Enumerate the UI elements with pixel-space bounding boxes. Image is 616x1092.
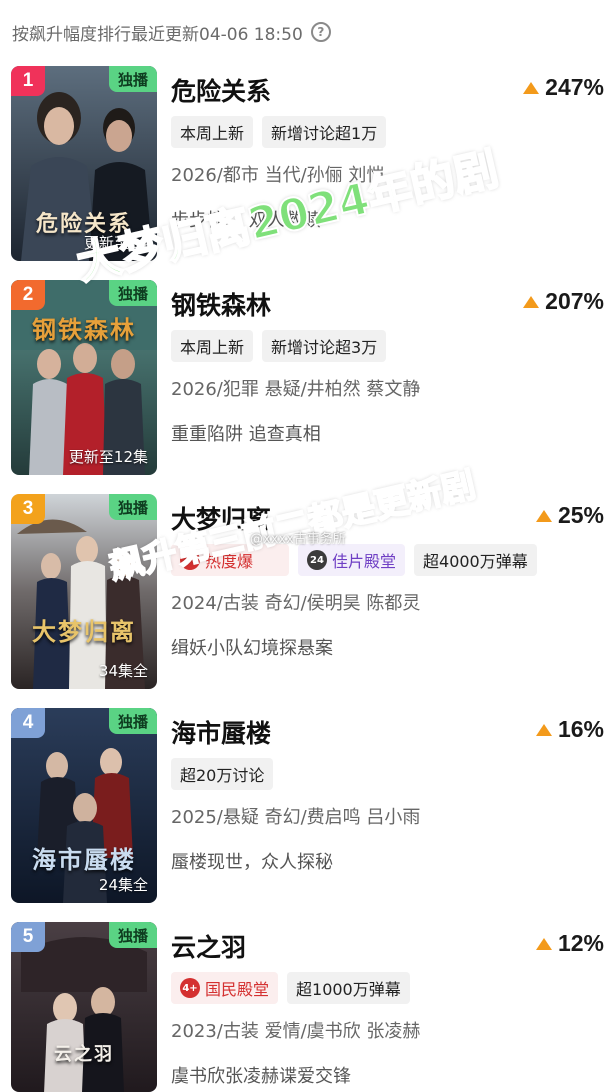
tag-hall[interactable]: 4+ 国民殿堂 [171, 972, 279, 1004]
tag-label: 佳片殿堂 [332, 552, 397, 571]
trend-value: 12% [557, 930, 604, 956]
trend-indicator: 12% [535, 930, 604, 957]
trend-value: 247% [545, 74, 604, 100]
tag-list: 超20万讨论 [171, 758, 274, 790]
rank-badge: 2 [11, 280, 45, 310]
tag[interactable]: 新增讨论超3万 [262, 330, 387, 362]
tag-list: 本周上新 新增讨论超1万 [171, 116, 387, 148]
ranking-header: 按飙升幅度排行最近更新04-06 18:50 ? [12, 18, 331, 46]
tag-hall[interactable]: 24 佳片殿堂 [298, 544, 406, 576]
show-meta: 2024/古装 奇幻/侯明昊 陈都灵 [171, 593, 421, 614]
weibo-watermark: @xxxx古事务所 [250, 532, 346, 547]
exclusive-badge: 独播 [108, 922, 157, 948]
tag[interactable]: 本周上新 [171, 330, 254, 362]
show-description: 蜃楼现世，众人探秘 [171, 852, 333, 873]
poster-title: 海市蜃楼 [32, 846, 136, 874]
tag[interactable]: 新增讨论超1万 [262, 116, 387, 148]
trend-indicator: 247% [523, 74, 604, 101]
trend-up-icon [535, 937, 552, 950]
tag-label: 国民殿堂 [205, 980, 270, 999]
tag-list: 4+ 国民殿堂 超1000万弹幕 [171, 972, 410, 1004]
list-item[interactable]: 钢铁森林 2 独播 更新至12集 钢铁森林 207% 本周上新 新增讨论超3万 … [0, 280, 616, 480]
poster[interactable]: 钢铁森林 2 独播 更新至12集 [11, 280, 157, 475]
trend-value: 25% [557, 502, 604, 528]
hall-badge-icon: 4+ [180, 978, 200, 998]
show-meta: 2026/犯罪 悬疑/井柏然 蔡文静 [171, 379, 421, 400]
show-meta: 2025/悬疑 奇幻/费启鸣 吕小雨 [171, 807, 421, 828]
exclusive-badge: 独播 [108, 66, 157, 92]
show-description: 缉妖小队幻境探悬案 [171, 638, 333, 659]
exclusive-badge: 独播 [108, 494, 157, 520]
trend-indicator: 25% [535, 502, 604, 529]
poster[interactable]: 云之羽 5 独播 [11, 922, 157, 1092]
show-meta: 2023/古装 爱情/虞书欣 张凌赫 [171, 1021, 421, 1042]
rank-badge: 3 [11, 494, 45, 524]
tag-list: 本周上新 新增讨论超3万 [171, 330, 387, 362]
exclusive-badge: 独播 [108, 708, 157, 734]
tag[interactable]: 超1000万弹幕 [287, 972, 410, 1004]
poster-title: 钢铁森林 [32, 316, 136, 344]
show-description: 重重陷阱 追查真相 [171, 424, 321, 445]
trend-value: 16% [557, 716, 604, 742]
tag[interactable]: 本周上新 [171, 116, 254, 148]
help-icon[interactable]: ? [310, 22, 331, 42]
show-title[interactable]: 钢铁森林 [171, 286, 271, 322]
tag[interactable]: 超20万讨论 [171, 758, 274, 790]
tag[interactable]: 超4000万弹幕 [414, 544, 537, 576]
rank-badge: 4 [11, 708, 45, 738]
episode-label: 34集全 [98, 662, 148, 680]
rank-badge: 1 [11, 66, 45, 96]
list-item[interactable]: 海市蜃楼 4 独播 24集全 海市蜃楼 16% 超20万讨论 2025/悬疑 奇… [0, 708, 616, 908]
show-title[interactable]: 云之羽 [171, 928, 246, 964]
hall-badge-icon: 24 [307, 550, 327, 570]
trend-up-icon [535, 509, 552, 522]
list-item[interactable]: 云之羽 5 独播 云之羽 12% 4+ 国民殿堂 超1000万弹幕 2023/古… [0, 922, 616, 1092]
trend-up-icon [523, 81, 540, 94]
poster[interactable]: 海市蜃楼 4 独播 24集全 [11, 708, 157, 903]
poster-title: 大梦归离 [32, 618, 136, 646]
poster-title: 云之羽 [54, 1044, 114, 1065]
ranking-header-text: 按飙升幅度排行最近更新04-06 18:50 [12, 24, 303, 45]
trend-value: 207% [545, 288, 604, 314]
show-title[interactable]: 海市蜃楼 [171, 714, 271, 750]
show-description: 虞书欣张凌赫谍爱交锋 [171, 1066, 351, 1087]
episode-label: 24集全 [98, 876, 148, 894]
rank-badge: 5 [11, 922, 45, 952]
poster[interactable]: 大梦归离 3 独播 34集全 [11, 494, 157, 689]
episode-label: 更新至12集 [68, 448, 148, 466]
trend-indicator: 16% [535, 716, 604, 743]
show-title[interactable]: 危险关系 [171, 72, 271, 108]
trend-up-icon [523, 295, 540, 308]
trend-indicator: 207% [523, 288, 604, 315]
trend-up-icon [535, 723, 552, 736]
